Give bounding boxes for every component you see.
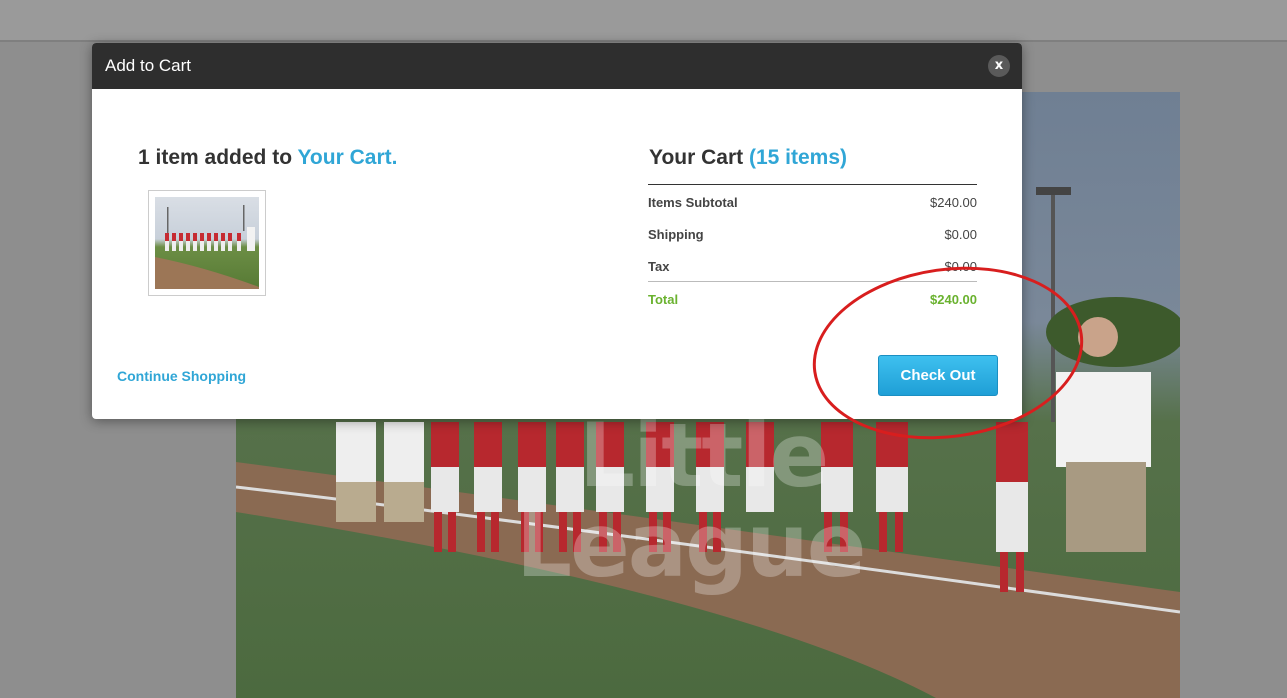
item-added-text: 1 item added to	[138, 146, 298, 169]
subtotal-row: Items Subtotal $240.00	[648, 185, 977, 217]
subtotal-label: Items Subtotal	[648, 195, 738, 210]
product-thumbnail-image	[155, 197, 259, 289]
tax-label: Tax	[648, 259, 670, 274]
watermark-line1: Little	[579, 404, 829, 507]
cart-item-count: (15 items)	[748, 146, 848, 169]
modal-title: Add to Cart	[105, 56, 191, 75]
item-added-heading: 1 item added to Your Cart.	[138, 146, 397, 170]
shipping-row: Shipping $0.00	[648, 217, 977, 249]
cart-heading-text: Your Cart	[649, 146, 744, 169]
product-thumbnail	[148, 190, 266, 296]
subtotal-value: $240.00	[930, 195, 977, 210]
total-label: Total	[648, 292, 679, 307]
watermark-line2: League	[516, 494, 866, 597]
shipping-value: $0.00	[944, 227, 977, 242]
close-button[interactable]: x	[988, 55, 1010, 77]
modal-header: Add to Cart x	[92, 43, 1022, 89]
your-cart-link[interactable]: Your Cart.	[297, 146, 397, 169]
continue-shopping-link[interactable]: Continue Shopping	[117, 368, 246, 384]
page-top-bar	[0, 0, 1287, 42]
cart-heading: Your Cart (15 items)	[649, 146, 847, 170]
shipping-label: Shipping	[648, 227, 704, 242]
